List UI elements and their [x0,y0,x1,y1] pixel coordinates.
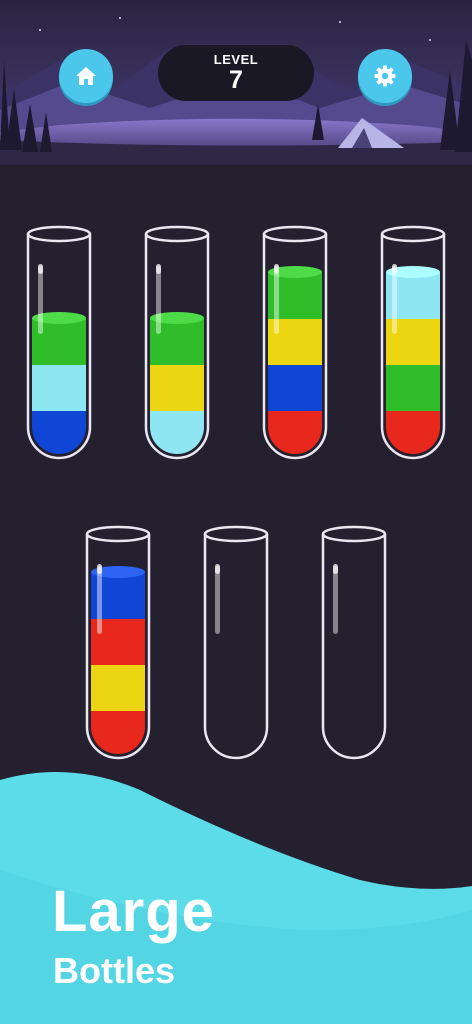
bottle-highlight [156,266,161,334]
liquid-layer-yellow [386,318,440,365]
bottle-rim [262,225,328,243]
bottle-highlight-dot [215,564,220,574]
bottle-2[interactable] [144,225,210,460]
bottle-highlight-dot [392,264,397,274]
caption-title: Large [52,879,215,944]
bottle-rim [85,525,151,543]
bottle-1[interactable] [26,225,92,460]
bottle-highlight-dot [156,264,161,274]
bottle-7[interactable] [321,525,387,760]
game-screen: LEVEL 7 Large Bottles [0,0,472,1024]
liquid-layer-green [268,272,322,319]
liquid-layer-yellow [268,318,322,365]
liquid-layer-blue [268,364,322,411]
bottle-highlight [333,566,338,634]
bottle-highlight-dot [333,564,338,574]
bottle-3[interactable] [262,225,328,460]
liquid-layer-light-blue [386,272,440,319]
bottle-highlight-dot [274,264,279,274]
liquid-layer-green [32,318,86,365]
caption-subtitle: Bottles [53,950,176,991]
bottle-4-liquid [386,266,440,454]
bottle-rim [144,225,210,243]
bottle-highlight [274,266,279,334]
bottle-5[interactable] [85,525,151,760]
bottle-1-liquid [32,312,86,454]
bottle-glass [203,534,269,760]
bottle-rim [321,525,387,543]
bottle-5-liquid [91,566,145,754]
liquid-layer-green [386,364,440,411]
liquid-layer-blue [91,572,145,619]
bottle-rim [203,525,269,543]
liquid-layer-yellow [91,664,145,711]
bottle-highlight [97,566,102,634]
liquid-layer-green [150,318,204,365]
bottle-highlight-dot [97,564,102,574]
bottle-highlight-dot [38,264,43,274]
bottle-highlight [38,266,43,334]
bottle-glass [321,534,387,760]
bottle-2-liquid [150,312,204,454]
liquid-layer-yellow [150,364,204,411]
liquid-layer-light-blue [32,364,86,411]
bottle-6[interactable] [203,525,269,760]
bottle-highlight [215,566,220,634]
bottle-rim [26,225,92,243]
liquid-layer-red [91,618,145,665]
bottle-highlight [392,266,397,334]
bottle-rim [380,225,446,243]
bottle-4[interactable] [380,225,446,460]
bottle-3-liquid [268,266,322,454]
